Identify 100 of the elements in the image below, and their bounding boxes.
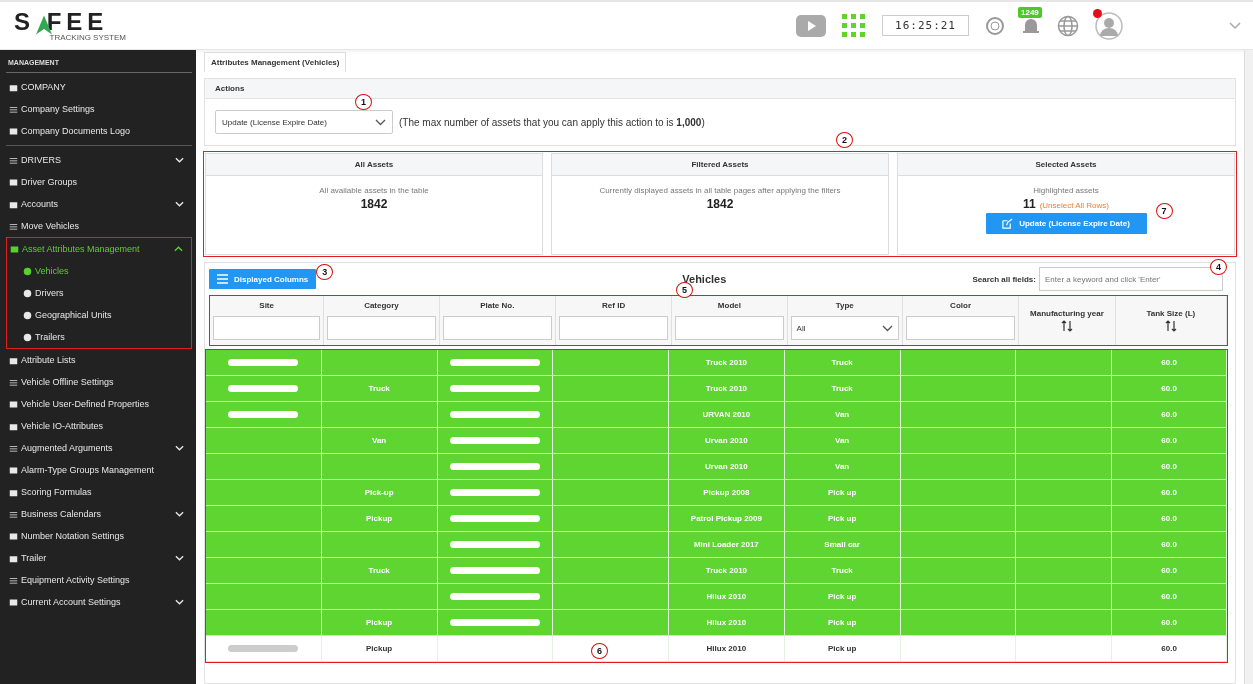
- table-cell: 60.0: [1161, 514, 1177, 523]
- table-cell: 60.0: [1161, 384, 1177, 393]
- sidebar-subitem[interactable]: Vehicles: [7, 260, 191, 282]
- action-note: (The max number of assets that you can apply this action to is 1,000): [399, 116, 705, 128]
- asset-count: 1842: [706, 197, 734, 211]
- sidebar-item[interactable]: COMPANY: [6, 76, 192, 98]
- table-cell: Urvan 2010: [705, 436, 748, 445]
- sidebar-item[interactable]: Business Calendars: [6, 503, 192, 525]
- card-description: Currently displayed assets in all table pages after applying the filters: [599, 186, 841, 195]
- sidebar-subitem[interactable]: Trailers: [7, 326, 191, 348]
- column-title: Type: [835, 301, 854, 310]
- table-cell: Mini Loader 2017: [693, 540, 759, 549]
- table-cell: Patrol Pickup 2009: [690, 514, 762, 523]
- table-cell: Hilux 2010: [706, 644, 747, 653]
- notification-count: 1249: [1018, 6, 1042, 18]
- table-cell: URVAN 2010: [702, 410, 751, 419]
- sidebar-item[interactable]: DRIVERS: [6, 149, 192, 171]
- sidebar-item[interactable]: Current Account Settings: [6, 591, 192, 613]
- table-title: Vehicles: [682, 273, 727, 285]
- sidebar-item[interactable]: Asset Attributes Management: [7, 238, 191, 260]
- table-cell: Urvan 2010: [705, 462, 748, 471]
- table-cell: Truck: [831, 566, 853, 575]
- table-cell: 60.0: [1161, 566, 1177, 575]
- column-title: Model: [717, 301, 741, 310]
- asset-count: 1842: [360, 197, 388, 211]
- table-cell: Pick-up: [364, 488, 394, 497]
- card-title: All Assets: [206, 154, 542, 176]
- table-cell: Pickup 2008: [703, 488, 750, 497]
- table-cell: 60.0: [1161, 618, 1177, 627]
- sidebar-subitem[interactable]: Geographical Units: [7, 304, 191, 326]
- table-cell: Pick up: [827, 592, 857, 601]
- table-cell: 60.0: [1161, 540, 1177, 549]
- table-cell: 60.0: [1161, 436, 1177, 445]
- sidebar-item[interactable]: Attribute Lists: [6, 349, 192, 371]
- callout-marker: 1: [355, 94, 372, 110]
- table-cell: 60.0: [1161, 410, 1177, 419]
- asset-count: 11: [1022, 197, 1036, 211]
- table-cell: Truck: [831, 384, 853, 393]
- card-description: All available assets in the table: [319, 186, 429, 195]
- panel-title: Actions: [205, 79, 1235, 99]
- sidebar-item[interactable]: Trailer: [6, 547, 192, 569]
- table-cell: Small car: [824, 540, 860, 549]
- sidebar-item[interactable]: Company Settings: [6, 98, 192, 120]
- logo: S FEE TRACKING SYSTEM: [14, 9, 126, 42]
- table-cell: 60.0: [1161, 592, 1177, 601]
- table-cell: Pickup: [366, 514, 393, 523]
- sidebar-item[interactable]: Alarm-Type Groups Management: [6, 459, 192, 481]
- table-cell: Pick up: [827, 618, 857, 627]
- clock: 16:25:21: [882, 15, 969, 36]
- table-cell: Truck 2010: [705, 384, 748, 393]
- table-cell: 60.0: [1161, 462, 1177, 471]
- column-title: Plate No.: [480, 301, 515, 310]
- table-cell: Hilux 2010: [706, 618, 747, 627]
- page-tab[interactable]: Attributes Management (Vehicles): [204, 52, 347, 72]
- table-cell: 60.0: [1161, 644, 1177, 653]
- sidebar-item[interactable]: Company Documents Logo: [6, 120, 192, 142]
- card-title: Filtered Assets: [552, 154, 888, 176]
- table-cell: Pick up: [827, 644, 857, 653]
- table-cell: Van: [835, 410, 850, 419]
- callout-marker: 3: [316, 264, 334, 280]
- filter-select[interactable]: All: [790, 316, 899, 340]
- sidebar-subitem[interactable]: Drivers: [7, 282, 191, 304]
- column-title: Site: [259, 301, 274, 310]
- callout-marker: 5: [676, 282, 693, 298]
- table-cell: Pick up: [827, 488, 857, 497]
- sidebar-item[interactable]: Vehicle User-Defined Properties: [6, 393, 192, 415]
- table-cell: Truck 2010: [705, 358, 748, 367]
- sidebar-item[interactable]: Vehicle Offline Settings: [6, 371, 192, 393]
- table-cell: Pickup: [366, 618, 393, 627]
- column-title: Ref ID: [602, 301, 626, 310]
- action-select[interactable]: Update (License Expire Date): [215, 110, 393, 134]
- table-cell: Pickup: [366, 644, 393, 653]
- table-cell: Van: [835, 436, 850, 445]
- table-cell: 60.0: [1161, 488, 1177, 497]
- sidebar-item[interactable]: Scoring Formulas: [6, 481, 192, 503]
- column-title: Category: [364, 301, 399, 310]
- sidebar-item[interactable]: Augmented Arguments: [6, 437, 192, 459]
- table-cell: Truck: [368, 566, 390, 575]
- table-cell: Van: [372, 436, 387, 445]
- sidebar-item[interactable]: Move Vehicles: [6, 215, 192, 237]
- table-cell: Truck: [831, 358, 853, 367]
- callout-marker: 7: [1155, 203, 1173, 219]
- table-cell: Truck: [368, 384, 390, 393]
- table-cell: 60.0: [1161, 358, 1177, 367]
- search-label: Search all fields:: [972, 274, 1036, 284]
- callout-marker: 2: [836, 132, 853, 148]
- column-title[interactable]: Tank Size (L): [1146, 309, 1196, 318]
- sidebar-item[interactable]: Equipment Activity Settings: [6, 569, 192, 591]
- sidebar-item[interactable]: Accounts: [6, 193, 192, 215]
- card-description: Highlighted assets: [1033, 186, 1099, 195]
- sidebar-item[interactable]: Number Notation Settings: [6, 525, 192, 547]
- column-title[interactable]: Manufacturing year: [1030, 309, 1104, 318]
- table-cell: Pick up: [827, 514, 857, 523]
- table-cell: Van: [835, 462, 850, 471]
- sidebar-item[interactable]: Driver Groups: [6, 171, 192, 193]
- table-cell: Hilux 2010: [706, 592, 747, 601]
- sidebar-item[interactable]: Vehicle IO-Attributes: [6, 415, 192, 437]
- callout-marker: 4: [1210, 259, 1227, 275]
- table-cell: Truck 2010: [705, 566, 748, 575]
- column-title: Color: [950, 301, 971, 310]
